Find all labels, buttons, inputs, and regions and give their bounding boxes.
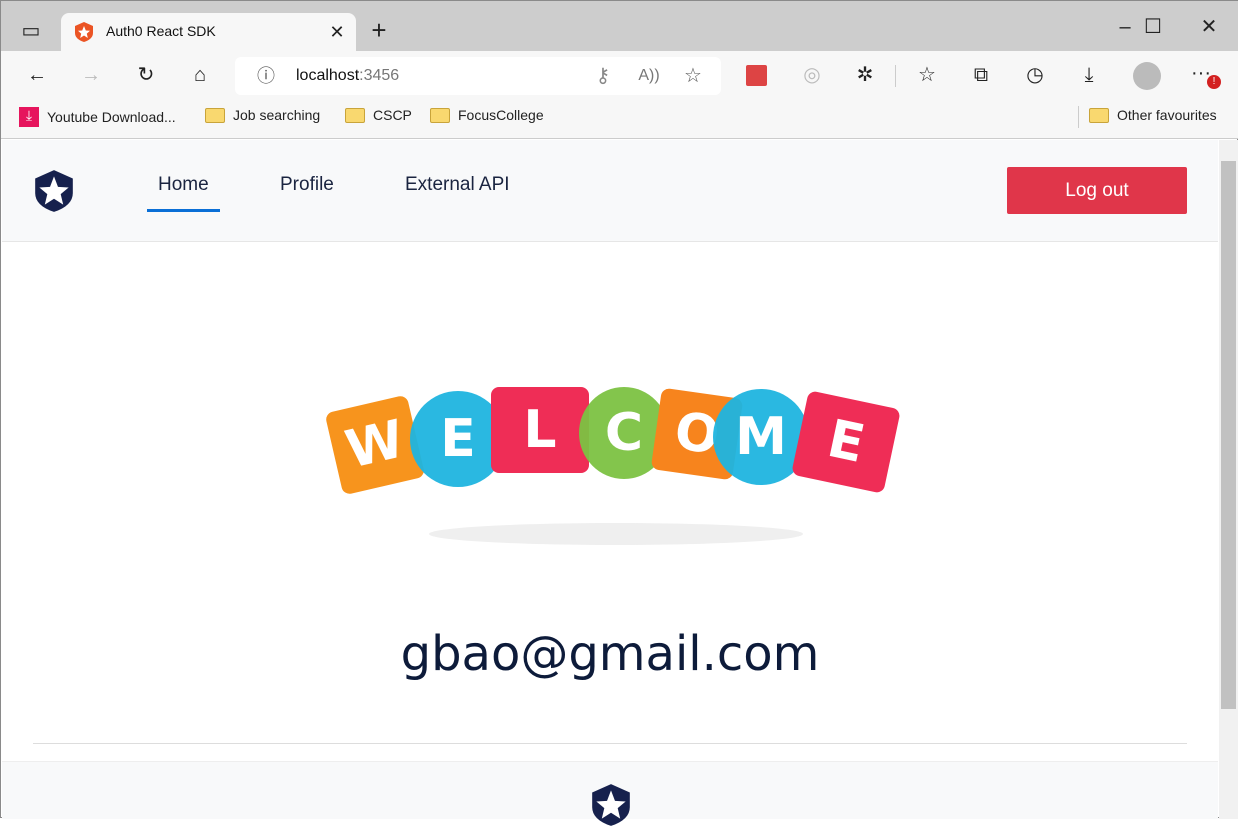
add-favourite-icon[interactable]: ☆ xyxy=(679,64,707,88)
favourites-icon[interactable]: ☆ xyxy=(913,63,941,87)
bookmark-job-searching[interactable]: Job searching xyxy=(205,107,320,123)
nav-home[interactable]: Home xyxy=(158,174,209,196)
key-icon[interactable]: ⚷ xyxy=(589,64,617,88)
profile-avatar[interactable] xyxy=(1133,62,1161,90)
divider xyxy=(1078,106,1079,128)
bookmarks-bar xyxy=(1,101,1238,139)
minimize-icon[interactable]: – xyxy=(1111,15,1139,39)
welcome-bubble: E xyxy=(791,390,901,494)
auth0-logo-icon[interactable] xyxy=(33,168,75,214)
extension-icon[interactable]: ◎ xyxy=(798,63,826,87)
tab-title: Auth0 React SDK xyxy=(106,23,216,39)
nav-profile[interactable]: Profile xyxy=(280,174,334,196)
auth0-favicon-icon xyxy=(75,22,93,42)
browser-tab[interactable]: Auth0 React SDK ✕ xyxy=(61,13,356,51)
downloads-icon[interactable]: ⤓ xyxy=(1075,63,1103,87)
scrollbar-thumb[interactable] xyxy=(1221,161,1236,709)
home-icon[interactable]: ⌂ xyxy=(186,63,214,87)
divider xyxy=(33,743,1187,744)
bookmark-cscp[interactable]: CSCP xyxy=(345,107,412,123)
forward-icon[interactable]: → xyxy=(77,63,105,87)
active-nav-underline xyxy=(147,209,220,212)
folder-icon xyxy=(430,107,450,123)
url-text: localhost:3456 xyxy=(296,67,400,84)
read-aloud-icon[interactable]: A)) xyxy=(635,64,663,88)
new-tab-icon[interactable]: + xyxy=(365,17,393,43)
refresh-icon[interactable]: ↻ xyxy=(132,63,160,87)
history-icon[interactable]: ◷ xyxy=(1021,63,1049,87)
extensions-icon[interactable]: ✲ xyxy=(851,63,879,87)
maximize-icon[interactable]: ☐ xyxy=(1139,15,1167,39)
logout-button[interactable]: Log out xyxy=(1007,167,1187,214)
bookmark-label: Job searching xyxy=(233,107,321,123)
nav-external-api[interactable]: External API xyxy=(405,174,510,196)
tab-actions-icon[interactable]: ▭ xyxy=(17,19,45,43)
welcome-bubble: L xyxy=(491,387,589,473)
bookmark-label: Other favourites xyxy=(1117,107,1217,123)
close-window-icon[interactable]: ✕ xyxy=(1195,15,1223,39)
download-icon: ⤓ xyxy=(19,107,39,127)
other-favourites[interactable]: Other favourites xyxy=(1089,107,1217,123)
bookmark-label: Youtube Download... xyxy=(47,109,176,125)
folder-icon xyxy=(1089,107,1109,123)
bookmark-youtube-downloader[interactable]: ⤓ Youtube Download... xyxy=(19,107,176,127)
bookmark-label: FocusCollege xyxy=(458,107,544,123)
bookmark-label: CSCP xyxy=(373,107,412,123)
user-email: gbao@gmail.com xyxy=(400,626,820,682)
close-tab-icon[interactable]: ✕ xyxy=(323,20,351,44)
folder-icon xyxy=(205,107,225,123)
bookmark-focuscollege[interactable]: FocusCollege xyxy=(430,107,544,123)
footer xyxy=(2,761,1218,826)
auth0-footer-logo-icon xyxy=(592,784,630,826)
notification-badge: ! xyxy=(1207,75,1221,89)
collections-icon[interactable]: ⧉ xyxy=(967,63,995,87)
info-icon: ⓘ xyxy=(257,66,275,86)
divider xyxy=(895,65,896,87)
folder-icon xyxy=(345,107,365,123)
back-icon[interactable]: ← xyxy=(23,63,51,87)
react-devtools-extension-icon[interactable] xyxy=(746,65,767,86)
address-bar[interactable]: ⓘ localhost:3456 ⚷ A)) ☆ xyxy=(235,57,721,95)
welcome-shadow xyxy=(429,523,803,545)
